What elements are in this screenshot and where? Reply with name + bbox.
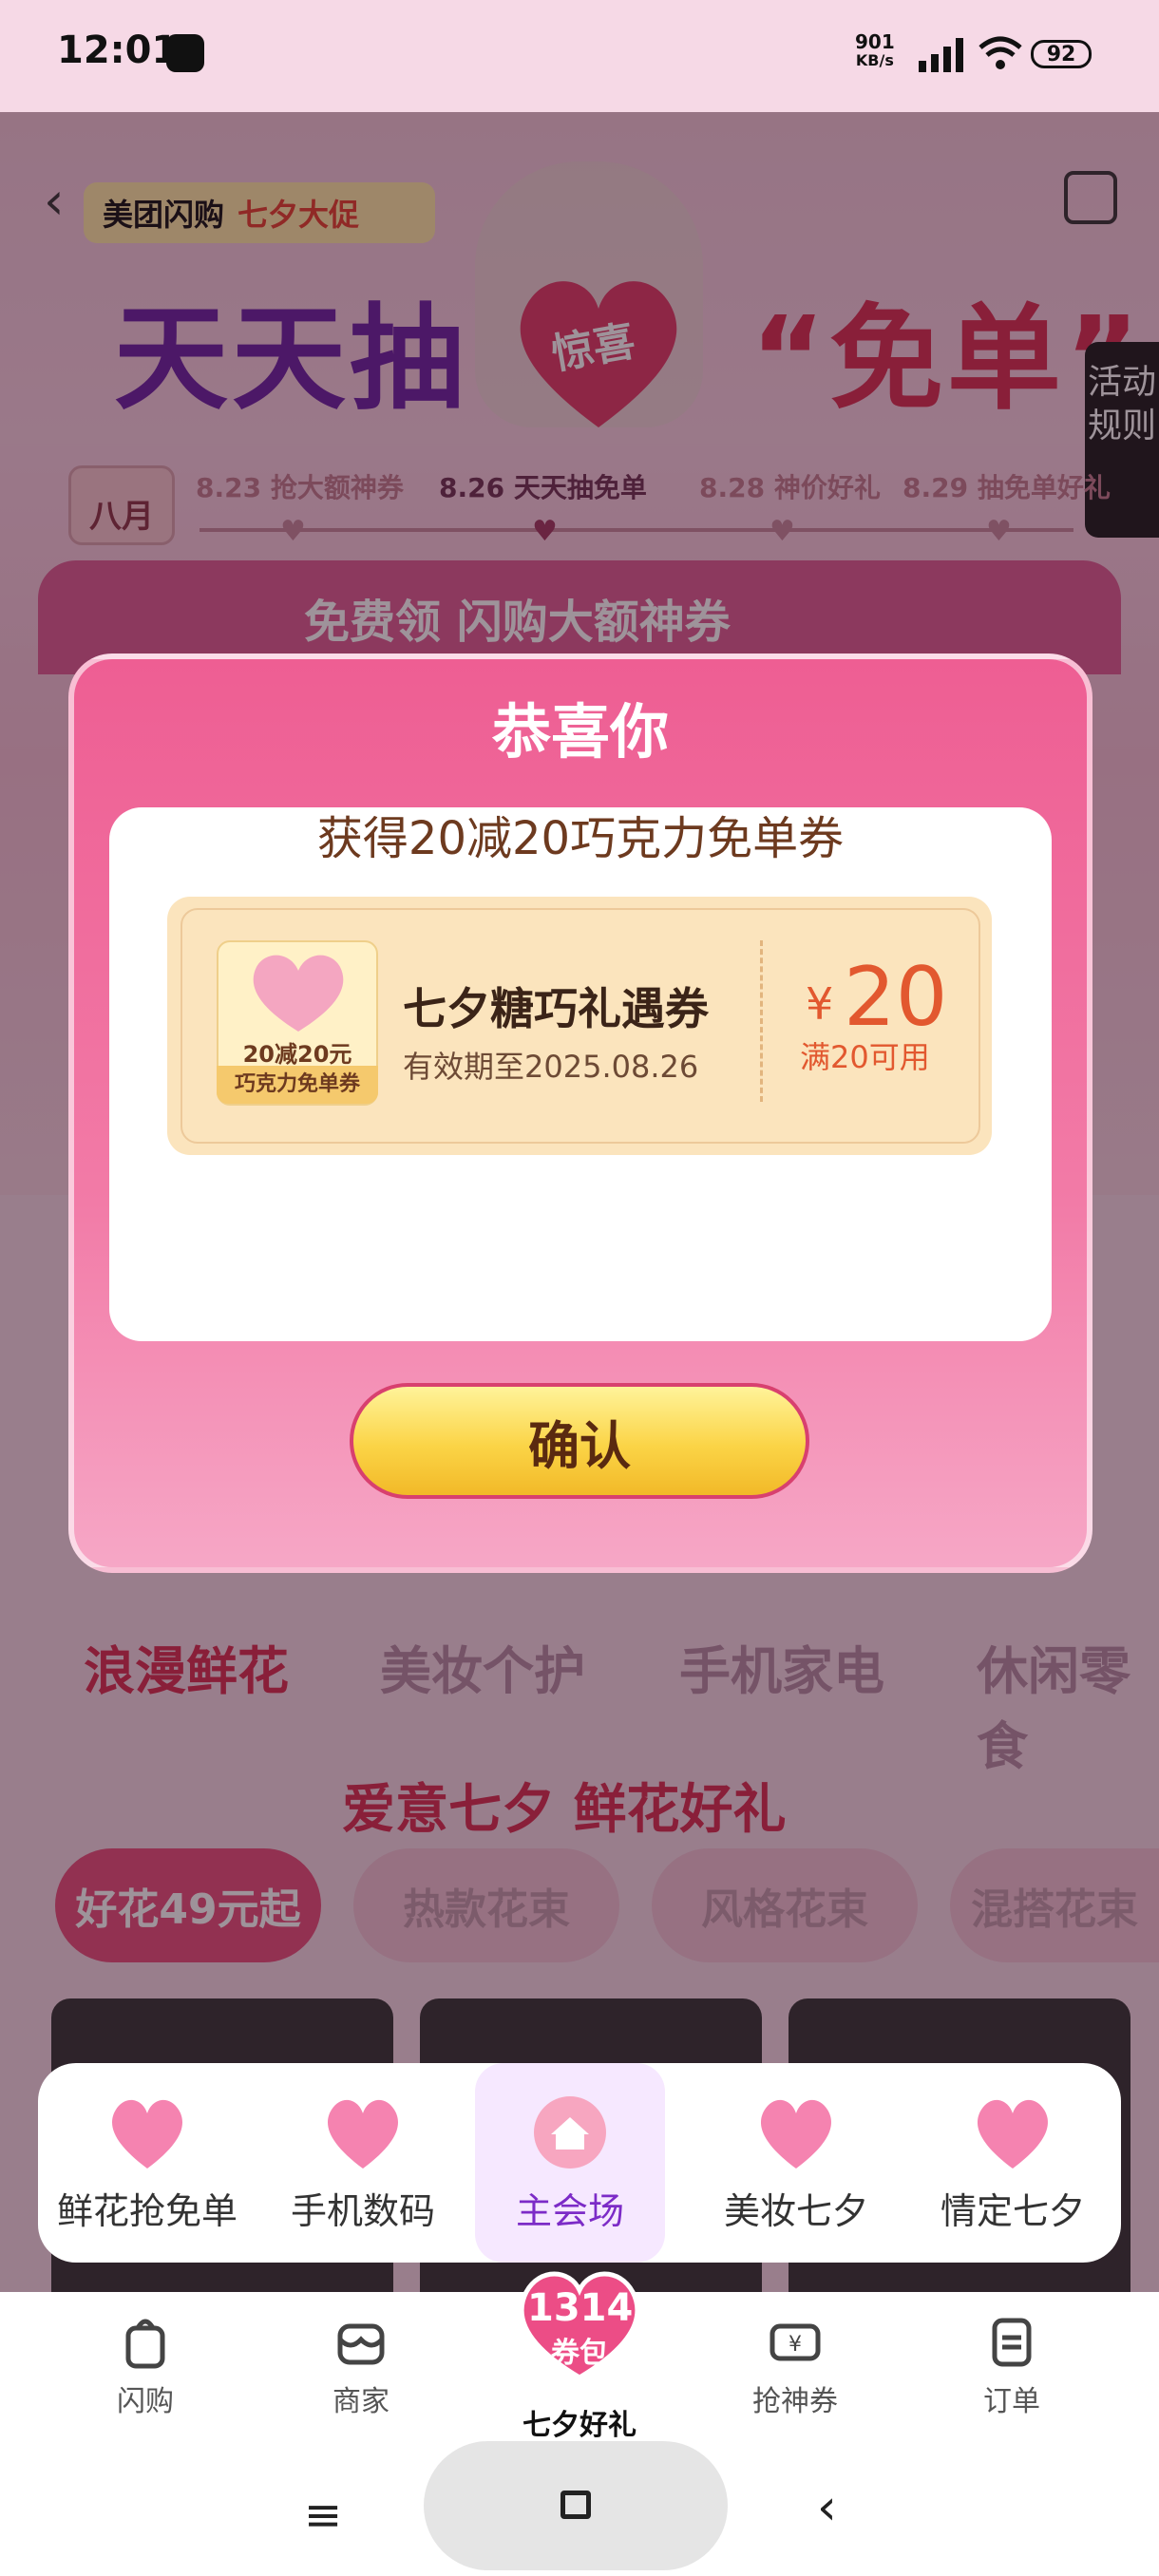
- net-speed: 901 KB/s: [855, 32, 895, 70]
- heart-lipstick-icon: [761, 2099, 831, 2169]
- coupon-expiry: 有效期至2025.08.26: [403, 1049, 699, 1085]
- tab-orders[interactable]: 订单: [940, 2313, 1083, 2419]
- bag-icon: [125, 2319, 165, 2369]
- home-icon: [534, 2096, 606, 2169]
- net-speed-value: 901: [855, 30, 895, 53]
- status-time: 12:01: [57, 28, 179, 72]
- shortcut-flowers[interactable]: 鲜花抢免单: [52, 2094, 242, 2256]
- thumb-amount: 20减20元: [242, 1041, 352, 1068]
- tab-qixi-gift[interactable]: 七夕好礼: [508, 2394, 651, 2443]
- tab-label: 商家: [332, 2385, 390, 2418]
- svg-text:¥: ¥: [788, 2333, 802, 2357]
- store-icon: [337, 2323, 385, 2365]
- shortcut-label: 情定七夕: [940, 2190, 1085, 2232]
- shortcut-gift[interactable]: 情定七夕: [918, 2094, 1108, 2256]
- dialog-subtitle: 获得20减20巧克力免单券: [316, 812, 845, 865]
- chocolate-heart-icon: [253, 955, 344, 1032]
- battery-icon: 92: [1031, 40, 1092, 68]
- qq-notification-icon: [166, 34, 204, 72]
- shortcut-label: 主会场: [515, 2190, 624, 2232]
- coupon-pack-label: 券包: [551, 2337, 608, 2370]
- shortcut-beauty[interactable]: 美妆七夕: [701, 2094, 891, 2256]
- coupon-currency: ¥: [806, 978, 834, 1030]
- dialog-title: 恭喜你: [491, 697, 669, 767]
- heart-phone-icon: [328, 2099, 398, 2169]
- tab-label: 抢神券: [752, 2385, 838, 2418]
- heart-basket-icon: [978, 2099, 1048, 2169]
- back-nav-icon[interactable]: ‹: [817, 2479, 837, 2536]
- tab-flash[interactable]: 闪购: [74, 2313, 217, 2419]
- tab-label: 七夕好礼: [522, 2409, 636, 2442]
- tab-grab-coupon[interactable]: ¥ 抢神券: [724, 2313, 866, 2419]
- coupon-pack-amount: 1314: [527, 2286, 634, 2330]
- confirm-button[interactable]: 确认: [350, 1383, 809, 1499]
- shortcut-label: 鲜花抢免单: [56, 2190, 238, 2232]
- coupon-divider: [760, 940, 763, 1102]
- heart-flower-icon: [112, 2099, 182, 2169]
- shortcut-digital[interactable]: 手机数码: [268, 2094, 458, 2256]
- status-bar: 12:01 901 KB/s 92: [0, 0, 1159, 112]
- order-list-icon: [992, 2318, 1032, 2367]
- net-speed-unit: KB/s: [855, 51, 894, 69]
- signal-icon: [919, 38, 963, 72]
- tab-label: 订单: [983, 2385, 1040, 2418]
- menu-icon[interactable]: ≡: [304, 2489, 342, 2542]
- shortcut-label: 手机数码: [290, 2190, 435, 2232]
- thumb-coupon-type: 巧克力免单券: [217, 1066, 378, 1104]
- tab-merchant[interactable]: 商家: [290, 2313, 432, 2419]
- battery-level: 92: [1046, 42, 1076, 66]
- wifi-icon: [978, 36, 1022, 69]
- home-square-icon: [560, 2491, 591, 2519]
- shortcut-main-venue[interactable]: 主会场: [475, 2063, 665, 2263]
- coupon-amount: 20: [844, 950, 948, 1045]
- coupon-name: 七夕糖巧礼遇券: [403, 983, 709, 1034]
- coupon-condition: 满20可用: [800, 1039, 930, 1075]
- tab-label: 闪购: [117, 2385, 174, 2418]
- shortcut-label: 美妆七夕: [723, 2190, 868, 2232]
- yen-ticket-icon: ¥: [770, 2323, 821, 2361]
